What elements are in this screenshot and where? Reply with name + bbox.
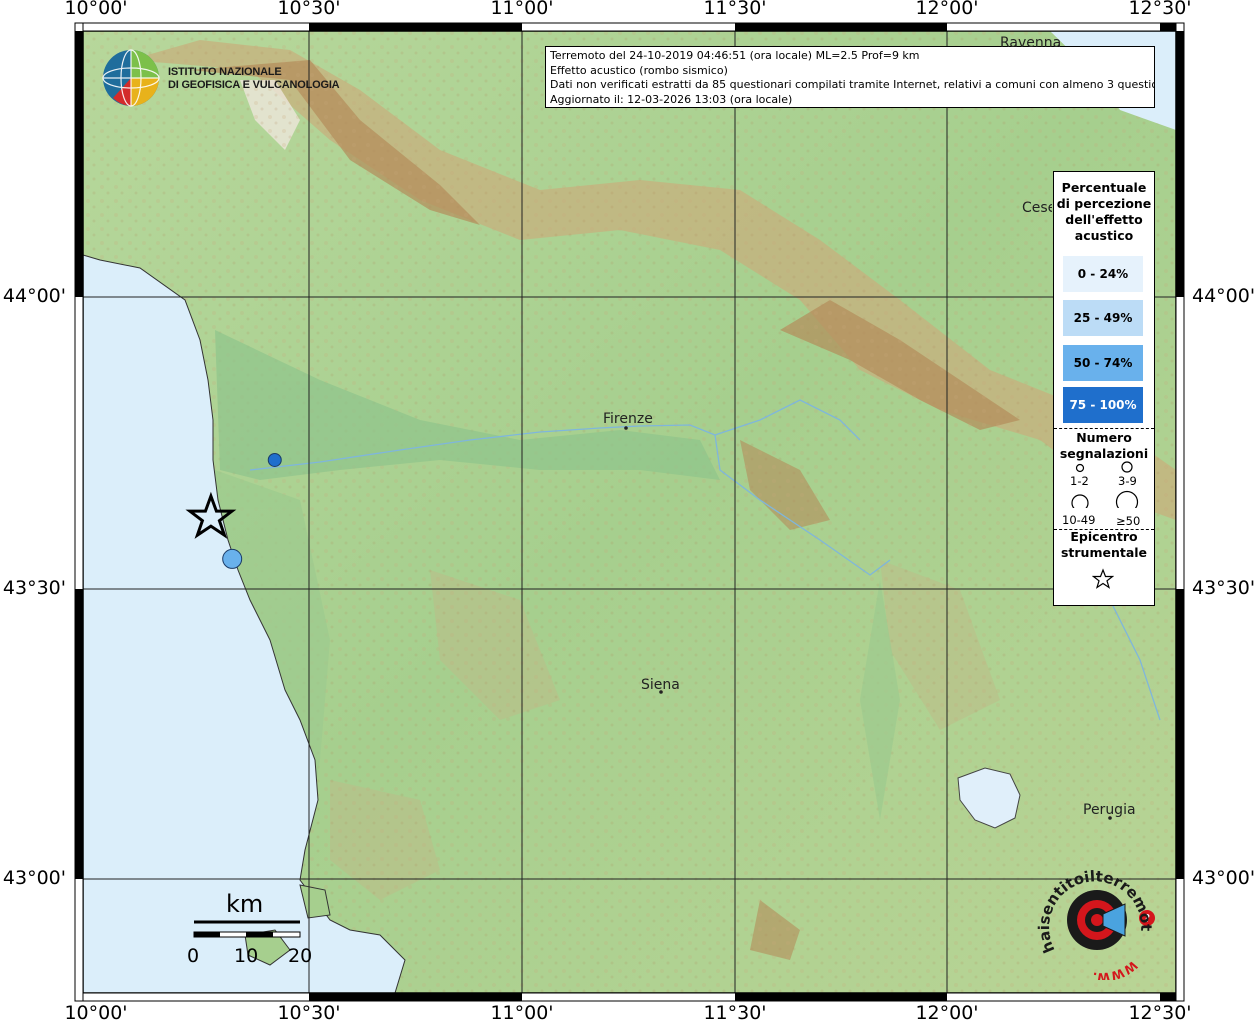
observation-point xyxy=(267,452,282,467)
event-info-box: Terremoto del 24-10-2019 04:46:51 (ora l… xyxy=(545,46,1155,108)
ingv-line-2: DI GEOFISICA E VULCANOLOGIA xyxy=(168,79,340,91)
count-label-3: 10-49 xyxy=(1062,513,1096,527)
scale-label-20: 20 xyxy=(288,945,313,967)
top-tick-label: 10°00' xyxy=(64,0,128,19)
bottom-tick-label: 10°30' xyxy=(277,1002,341,1024)
event-line-3: Dati non verificati estratti da 85 quest… xyxy=(550,78,1155,91)
ingv-line-1: ISTITUTO NAZIONALE xyxy=(168,66,282,78)
right-tick-label: 43°00' xyxy=(1192,867,1256,889)
legend-class-4: 75 - 100% xyxy=(1063,387,1143,423)
top-tick-label: 12°30' xyxy=(1128,0,1192,19)
count-label-2: 3-9 xyxy=(1118,474,1137,488)
legend-epicenter-title: Epicentro strumentale xyxy=(1054,529,1154,561)
event-line-1: Terremoto del 24-10-2019 04:46:51 (ora l… xyxy=(550,49,920,62)
right-tick-label: 43°30' xyxy=(1192,577,1256,599)
top-tick-label: 10°30' xyxy=(277,0,341,19)
ingv-logo-text: ISTITUTO NAZIONALE DI GEOFISICA E VULCAN… xyxy=(168,66,340,92)
city-ravenna: Ravenna xyxy=(1000,35,1062,51)
legend-class-3: 50 - 74% xyxy=(1063,345,1143,381)
count-label-1: 1-2 xyxy=(1070,474,1089,488)
ingv-globe-icon xyxy=(102,49,160,107)
bottom-tick-label: 12°30' xyxy=(1128,1002,1192,1024)
left-tick-label: 43°30' xyxy=(2,577,66,599)
legend-title-line-1: Percentuale xyxy=(1061,180,1147,195)
top-tick-label: 11°30' xyxy=(703,0,767,19)
observation-point xyxy=(222,548,243,569)
legend-title-line-4: acustico xyxy=(1074,228,1134,243)
city-firenze: Firenze xyxy=(603,411,653,427)
legend-title-line-3: dell'effetto xyxy=(1065,212,1143,227)
scale-label-10: 10 xyxy=(234,945,259,967)
legend-title: Percentuale di percezione dell'effetto a… xyxy=(1054,180,1154,244)
bottom-tick-label: 11°00' xyxy=(490,1002,554,1024)
bottom-tick-label: 12°00' xyxy=(915,1002,979,1024)
legend-star-icon xyxy=(1092,568,1114,589)
city-perugia: Perugia xyxy=(1083,802,1136,818)
right-tick-label: 44°00' xyxy=(1192,285,1256,307)
city-cesena: Cesena xyxy=(1022,200,1052,216)
legend: Percentuale di percezione dell'effetto a… xyxy=(1053,171,1155,606)
legend-divider xyxy=(1054,428,1154,429)
count-label-4: ≥50 xyxy=(1116,514,1141,528)
count-title-line-1: Numero xyxy=(1076,430,1132,445)
bottom-tick-label: 11°30' xyxy=(703,1002,767,1024)
legend-class-1: 0 - 24% xyxy=(1063,256,1143,292)
legend-class-2: 25 - 49% xyxy=(1063,300,1143,336)
top-tick-label: 11°00' xyxy=(490,0,554,19)
legend-title-line-2: di percezione xyxy=(1056,196,1152,211)
legend-size-circles xyxy=(1071,461,1139,508)
event-line-2: Effetto acustico (rombo sismico) xyxy=(550,63,728,77)
top-tick-label: 12°00' xyxy=(915,0,979,19)
bottom-tick-label: 10°00' xyxy=(64,1002,128,1024)
epicenter-title-line-1: Epicentro xyxy=(1070,529,1138,544)
haisentito-badge-icon: ? haisentitoilterremoto.it WWW. xyxy=(1033,860,1155,980)
left-tick-label: 43°00' xyxy=(2,867,66,889)
left-tick-label: 44°00' xyxy=(2,285,66,307)
epicenter-title-line-2: strumentale xyxy=(1060,545,1148,560)
scale-unit: km xyxy=(226,890,264,918)
city-siena: Siena xyxy=(641,677,680,693)
event-line-4: Aggiornato il: 12-03-2026 13:03 (ora loc… xyxy=(550,92,793,106)
badge-url-text: WWW. xyxy=(1092,958,1140,980)
scale-label-0: 0 xyxy=(187,945,200,967)
